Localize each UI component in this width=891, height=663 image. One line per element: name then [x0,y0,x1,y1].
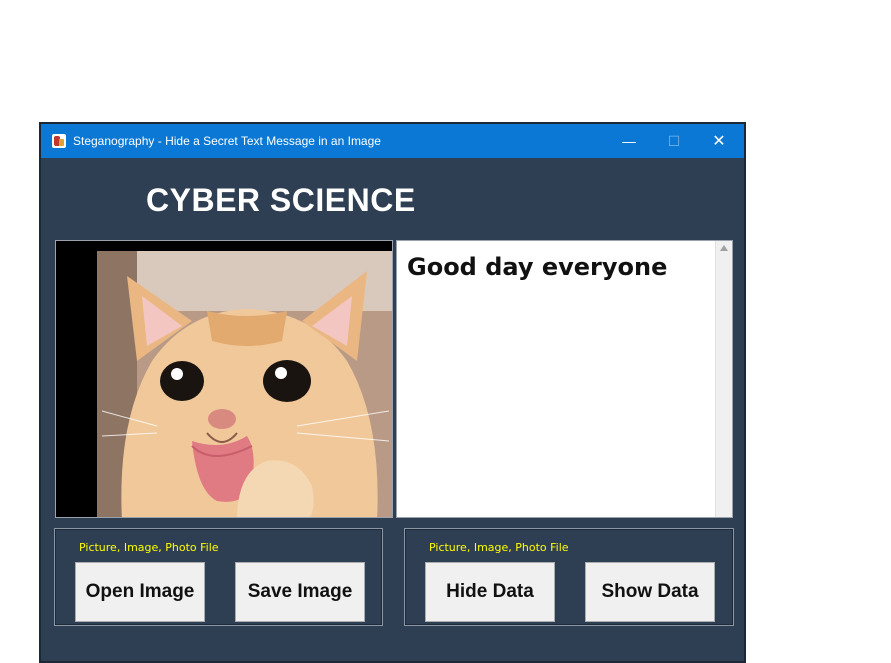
data-group: Picture, Image, Photo File Hide Data Sho… [404,528,734,626]
image-group-label: Picture, Image, Photo File [79,541,219,554]
vertical-scrollbar[interactable] [715,241,732,517]
message-textbox[interactable]: Good day everyone [396,240,733,518]
maximize-button[interactable]: ☐ [651,124,697,158]
app-icon [52,134,66,148]
minimize-button[interactable]: — [606,124,652,158]
cat-photo-image [97,251,392,517]
image-file-group: Picture, Image, Photo File Open Image Sa… [54,528,383,626]
title-bar[interactable]: Steganography - Hide a Secret Text Messa… [41,124,744,158]
image-display [55,240,393,518]
app-heading: CYBER SCIENCE [146,182,416,218]
hide-data-button[interactable]: Hide Data [425,562,555,622]
window-title: Steganography - Hide a Secret Text Messa… [73,134,381,148]
app-window: Steganography - Hide a Secret Text Messa… [39,122,746,663]
show-data-button[interactable]: Show Data [585,562,715,622]
save-image-button[interactable]: Save Image [235,562,365,622]
data-group-label: Picture, Image, Photo File [429,541,569,554]
scroll-up-arrow-icon[interactable] [720,245,728,251]
close-button[interactable]: ✕ [696,124,742,158]
open-image-button[interactable]: Open Image [75,562,205,622]
message-text[interactable]: Good day everyone [407,253,667,281]
